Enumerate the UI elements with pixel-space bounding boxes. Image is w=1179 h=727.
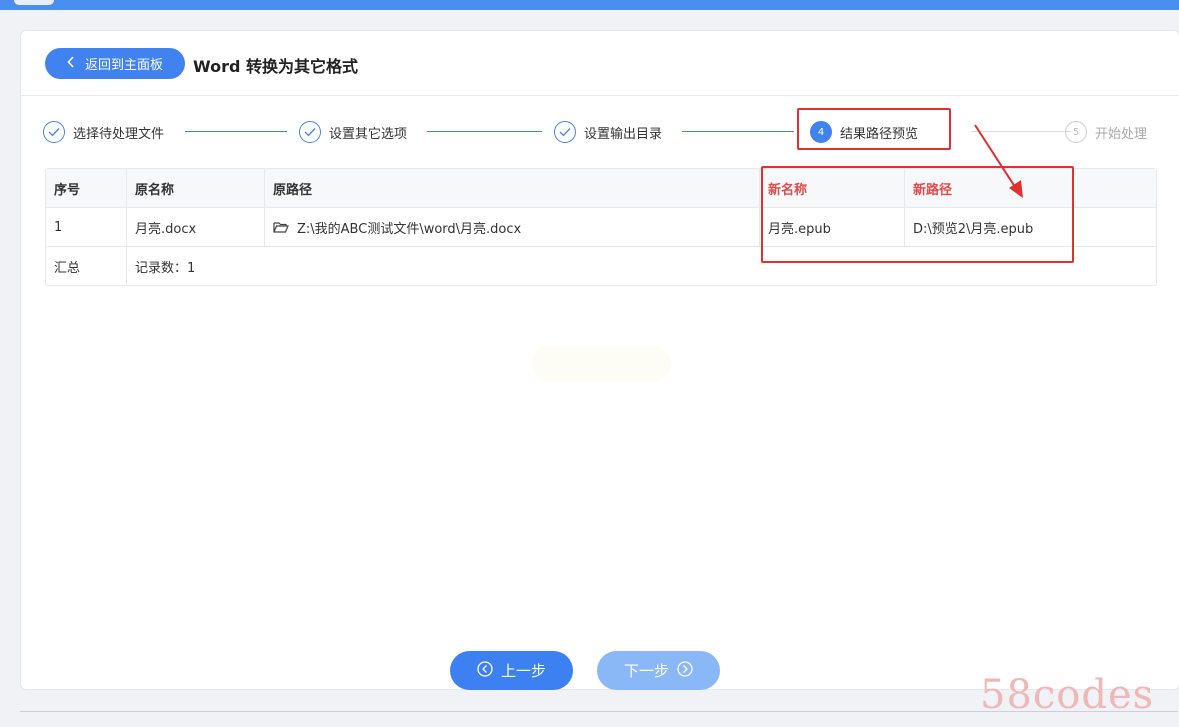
step-connector: [185, 131, 287, 132]
check-icon: [43, 121, 65, 143]
panel-header: 返回到主面板 Word 转换为其它格式: [21, 31, 1179, 96]
step-select-files[interactable]: 选择待处理文件: [43, 117, 164, 147]
watermark: 58codes: [980, 672, 1155, 718]
top-bar: [0, 0, 1179, 10]
step-label: 设置输出目录: [584, 126, 663, 142]
step-output-dir[interactable]: 设置输出目录: [554, 117, 662, 147]
highlight-box-step: [797, 108, 951, 150]
next-step-label: 下一步: [623, 662, 669, 680]
check-icon: [299, 121, 321, 143]
chevron-left-circle-icon: [477, 660, 493, 681]
step-number-badge: 5: [1065, 121, 1087, 143]
previous-step-button[interactable]: 上一步: [450, 651, 573, 690]
back-to-dashboard-button[interactable]: 返回到主面板: [45, 48, 185, 79]
check-icon: [554, 121, 576, 143]
column-header-index: 序号: [46, 169, 127, 207]
cell-orig-path[interactable]: Z:\我的ABC测试文件\word\月亮.docx: [265, 208, 760, 246]
chevron-right-circle-icon: [677, 660, 693, 681]
column-header-orig-path: 原路径: [265, 169, 760, 207]
step-start-processing[interactable]: 5 开始处理: [1065, 117, 1147, 147]
folder-open-icon[interactable]: [273, 221, 289, 233]
step-other-options[interactable]: 设置其它选项: [299, 117, 407, 147]
cell-orig-name: 月亮.docx: [127, 208, 265, 246]
step-connector: [427, 131, 542, 132]
step-connector: [682, 131, 794, 132]
step-label: 选择待处理文件: [73, 126, 165, 142]
orig-path-text: Z:\我的ABC测试文件\word\月亮.docx: [297, 221, 522, 237]
step-label: 开始处理: [1095, 126, 1148, 142]
step-label: 设置其它选项: [329, 126, 408, 142]
annotation-arrow-icon: [974, 124, 1023, 198]
app-logo: [14, 0, 54, 5]
previous-step-label: 上一步: [500, 662, 546, 680]
back-button-label: 返回到主面板: [84, 58, 163, 73]
summary-label: 汇总: [46, 247, 127, 285]
faded-overlay-button: [531, 346, 671, 382]
chevron-left-icon: [67, 55, 75, 72]
next-step-button[interactable]: 下一步: [597, 651, 720, 690]
cell-index: 1: [46, 208, 127, 246]
page-title: Word 转换为其它格式: [193, 57, 358, 76]
column-header-orig-name: 原名称: [127, 169, 265, 207]
